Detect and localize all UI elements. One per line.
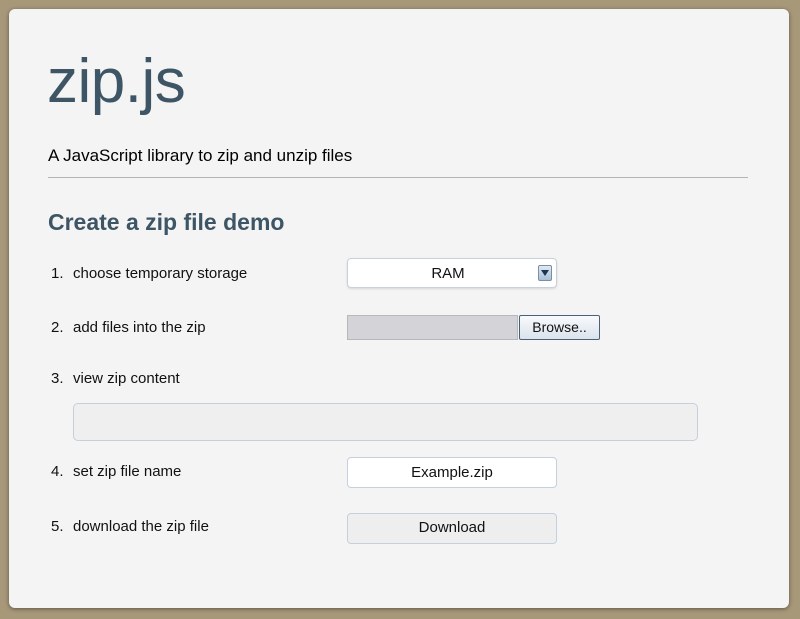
storage-select[interactable]: RAM (347, 258, 557, 288)
step-5-number: 5. (51, 518, 64, 535)
download-button[interactable]: Download (347, 513, 557, 544)
file-path-field[interactable] (347, 315, 518, 340)
storage-select-value: RAM (431, 265, 465, 282)
demo-heading: Create a zip file demo (48, 209, 285, 235)
main-card: zip.js A JavaScript library to zip and u… (9, 9, 789, 608)
step-2-number: 2. (51, 319, 64, 336)
step-1-number: 1. (51, 265, 64, 282)
step-4-label: set zip file name (73, 463, 182, 480)
browse-button[interactable]: Browse.. (519, 315, 600, 340)
step-5-label: download the zip file (73, 518, 209, 535)
zip-content-list (73, 403, 698, 441)
step-3-number: 3. (51, 370, 64, 387)
page-subtitle: A JavaScript library to zip and unzip fi… (48, 146, 353, 165)
header-divider (48, 177, 748, 178)
chevron-down-icon[interactable] (538, 265, 552, 281)
page-title: zip.js (47, 47, 186, 116)
step-4-number: 4. (51, 463, 64, 480)
step-1-label: choose temporary storage (73, 265, 248, 282)
zip-filename-input[interactable]: Example.zip (347, 457, 557, 488)
step-2-label: add files into the zip (73, 319, 206, 336)
step-3-label: view zip content (73, 370, 180, 387)
